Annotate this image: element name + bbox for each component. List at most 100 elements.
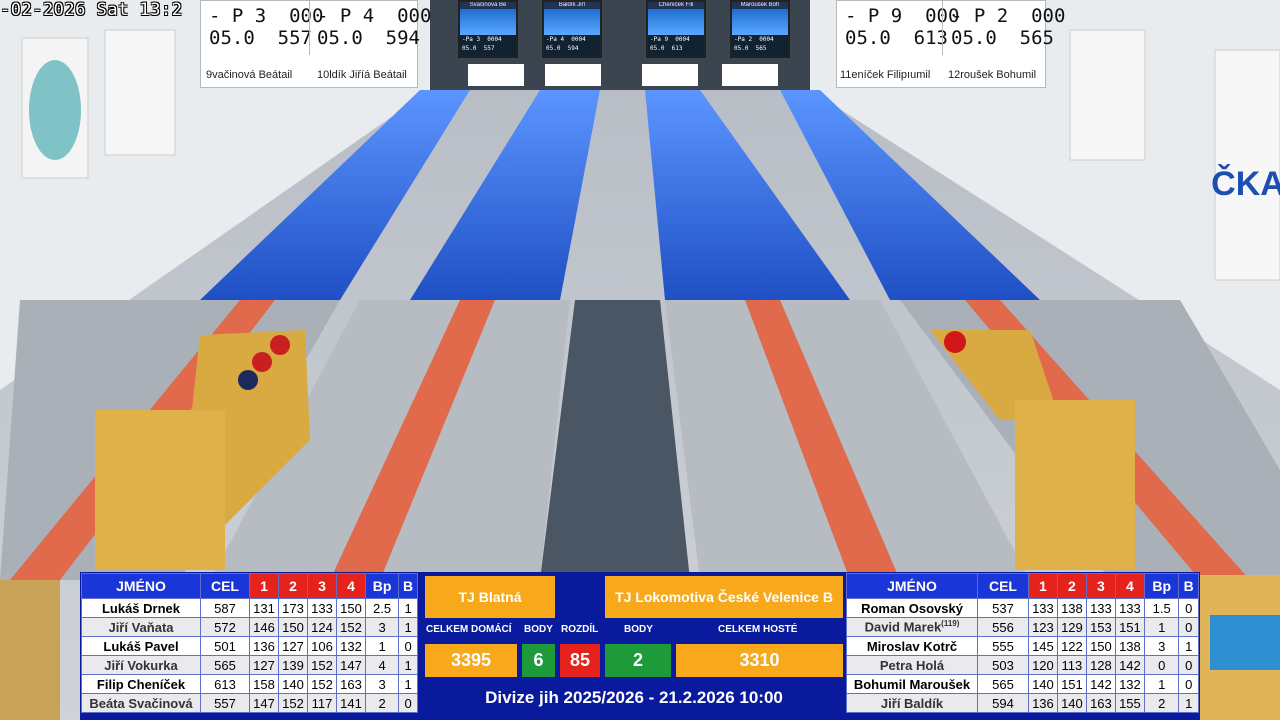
cell-bp: 0 (1143, 655, 1180, 675)
label-guest-points: BODY (624, 624, 653, 635)
player-row: David Marek(119) 556 123 129 153 151 1 0 (846, 617, 1199, 637)
cell-bp: 3 (364, 617, 400, 637)
cell-name: Roman Osovský (846, 598, 978, 618)
lane-score-10: - P 4 000 05.0 594 (309, 1, 431, 53)
player-rating-sup: (119) (941, 619, 960, 629)
cell-r4: 133 (1114, 598, 1145, 618)
cell-r2: 173 (277, 598, 308, 618)
cell-r1: 127 (248, 655, 279, 675)
cell-name: Jiří Vaňata (81, 617, 201, 637)
cell-r4: 163 (335, 674, 366, 694)
lane-player-name: 9vačinová Beátail (206, 69, 293, 81)
player-row: Lukáš Pavel 501 136 127 106 132 1 0 (81, 636, 418, 656)
lane-score-11: - P 9 000 05.0 613 (837, 1, 959, 53)
cell-b: 1 (398, 598, 418, 618)
col-name: JMÉNO (846, 573, 978, 599)
cell-r4: 138 (1114, 636, 1145, 656)
monitor-lane-graphic (544, 9, 600, 35)
lane-score-overlay-left: - P 3 000 05.0 557 - P 4 000 05.0 594 9v… (200, 0, 431, 88)
cell-r3: 163 (1085, 693, 1116, 713)
cell-name: Miroslav Kotrč (846, 636, 978, 656)
col-round-2: 2 (1056, 573, 1087, 599)
cell-bp: 4 (364, 655, 400, 675)
player-row: Jiří Vokurka 565 127 139 152 147 4 1 (81, 655, 418, 675)
cell-r1: 136 (1027, 693, 1058, 713)
cell-name: Petra Holá (846, 655, 978, 675)
player-row: Bohumil Maroušek 565 140 151 142 132 1 0 (846, 674, 1199, 694)
player-row: Lukáš Drnek 587 131 173 133 150 2.5 1 (81, 598, 418, 618)
cell-bp: 1 (1143, 617, 1180, 637)
lane-score-9: - P 3 000 05.0 557 (201, 1, 323, 53)
monitor-lane-graphic (648, 9, 704, 35)
cell-b: 1 (1178, 636, 1199, 656)
table-header-row: JMÉNO CEL 1 2 3 4 Bp B (846, 573, 1199, 599)
cell-r2: 140 (277, 674, 308, 694)
lane-score-line-1: - P 2 000 (951, 5, 1066, 27)
col-cel: CEL (977, 573, 1029, 599)
cell-r3: 142 (1085, 674, 1116, 694)
cell-r4: 132 (1114, 674, 1145, 694)
cell-name: Jiří Vokurka (81, 655, 201, 675)
cell-r1: 146 (248, 617, 279, 637)
cell-b: 1 (398, 655, 418, 675)
cell-b: 1 (398, 674, 418, 694)
lane-score-line-1: - P 4 000 (317, 5, 432, 27)
cell-bp: 3 (364, 674, 400, 694)
lane-player-name: 12roušek Bohumil (948, 69, 1037, 81)
player-row: Jiří Baldík 594 136 140 163 155 2 1 (846, 693, 1199, 713)
cell-bp: 2.5 (364, 598, 400, 618)
monitor-line-2: 05.0 613 (650, 45, 683, 52)
cell-cel: 557 (200, 693, 250, 713)
guest-team-name: TJ Lokomotiva České Velenice B (605, 576, 843, 618)
cka-logo-text: ČKA (1211, 164, 1280, 203)
cell-r3: 133 (306, 598, 337, 618)
cell-r2: 139 (277, 655, 308, 675)
lane-monitor-3: Cheníček Fili -Pa 9 0004 05.0 613 (646, 0, 706, 58)
cell-cel: 501 (200, 636, 250, 656)
col-b: B (1178, 573, 1199, 599)
col-round-4: 4 (335, 573, 366, 599)
player-row: Beáta Svačinová 557 147 152 117 141 2 0 (81, 693, 418, 713)
cell-b: 0 (398, 693, 418, 713)
cell-b: 0 (1178, 655, 1199, 675)
lane-score-line-2: 05.0 557 (209, 27, 312, 49)
league-date-footer: Divize jih 2025/2026 - 21.2.2026 10:00 (485, 688, 783, 707)
cell-name: Lukáš Drnek (81, 598, 201, 618)
col-round-4: 4 (1114, 573, 1145, 599)
cell-cel: 565 (200, 655, 250, 675)
lane-monitor-1: Svačinová Be -Pa 3 0004 05.0 557 (458, 0, 518, 58)
label-home-points: BODY (524, 624, 553, 635)
cell-r2: 152 (277, 693, 308, 713)
home-points-value: 6 (522, 644, 555, 677)
cell-bp: 2 (364, 693, 400, 713)
cell-cel: 556 (977, 617, 1029, 637)
cell-r4: 132 (335, 636, 366, 656)
cell-bp: 1 (1143, 674, 1180, 694)
lane-player-name: 10ldík Jiříá Beátail (317, 69, 407, 81)
cell-cel: 555 (977, 636, 1029, 656)
guest-total-value: 3310 (676, 644, 843, 677)
cell-r1: 136 (248, 636, 279, 656)
col-round-3: 3 (306, 573, 337, 599)
cell-r4: 152 (335, 617, 366, 637)
cell-b: 1 (398, 617, 418, 637)
player-row: Jiří Vaňata 572 146 150 124 152 3 1 (81, 617, 418, 637)
cell-name: Beáta Svačinová (81, 693, 201, 713)
player-row: Miroslav Kotrč 555 145 122 150 138 3 1 (846, 636, 1199, 656)
cell-cel: 537 (977, 598, 1029, 618)
lane-player-name: 11eníček Filipıumil (840, 69, 931, 81)
monitor-header: Svačinová Be (460, 2, 516, 9)
cell-r1: 133 (1027, 598, 1058, 618)
lane-score-overlay-right: - P 9 000 05.0 613 - P 2 000 05.0 565 11… (836, 0, 1065, 88)
col-cel: CEL (200, 573, 250, 599)
cell-r1: 120 (1027, 655, 1058, 675)
monitor-line-1: -Pa 9 0004 (650, 36, 690, 43)
cell-name: Bohumil Maroušek (846, 674, 978, 694)
lane-score-line-1: - P 3 000 (209, 5, 324, 27)
col-name: JMÉNO (81, 573, 201, 599)
lane-score-12: - P 2 000 05.0 565 (943, 1, 1065, 53)
col-bp: Bp (364, 573, 400, 599)
monitor-line-2: 05.0 594 (546, 45, 579, 52)
cell-r4: 147 (335, 655, 366, 675)
cell-name: Lukáš Pavel (81, 636, 201, 656)
